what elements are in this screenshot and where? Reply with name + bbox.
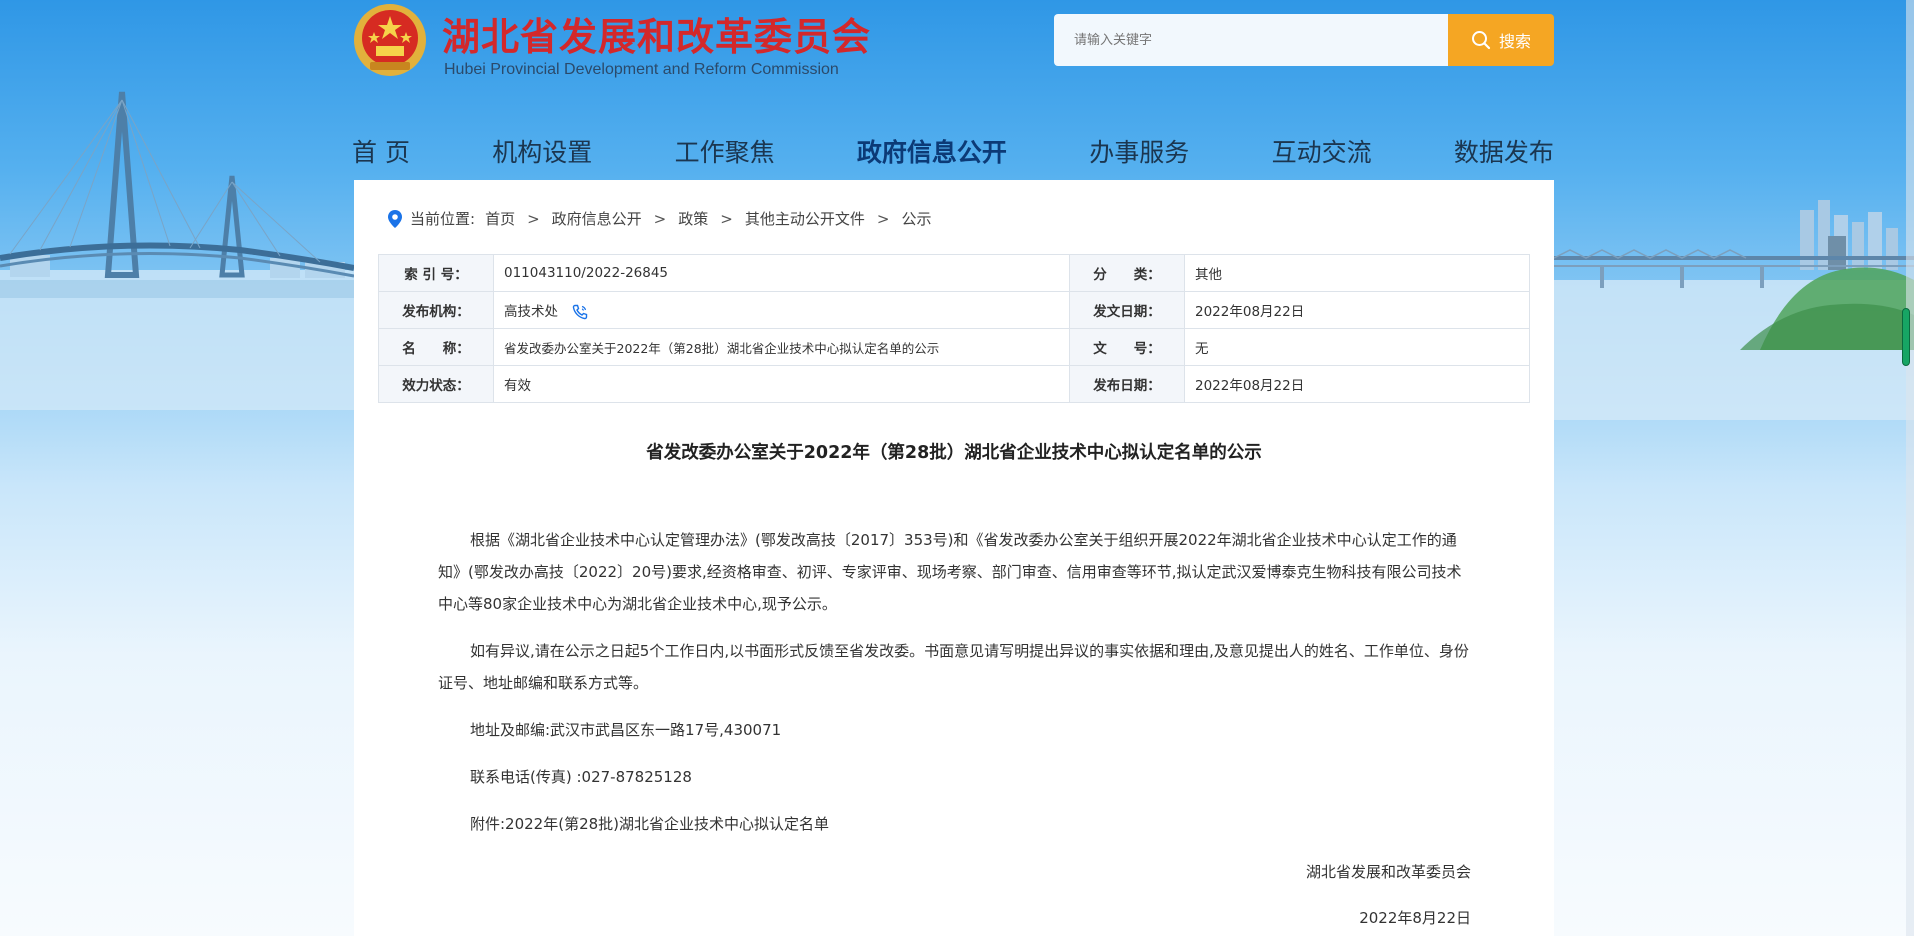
search-button-label: 搜索 [1498, 32, 1531, 51]
publish-date-value: 2022年08月22日 [1184, 365, 1530, 403]
index-label: 索 引 号： [378, 254, 494, 292]
paragraph: 地址及邮编:武汉市武昌区东一路17号,430071 [470, 721, 782, 739]
document-title: 省发改委办公室关于2022年（第28批）湖北省企业技术中心拟认定名单的公示 [646, 443, 1262, 463]
breadcrumb-policy[interactable]: 政策 [678, 208, 708, 229]
category-label: 分 类： [1069, 254, 1185, 292]
nav-organization[interactable]: 机构设置 [492, 133, 592, 169]
breadcrumb-separator: > [720, 209, 733, 228]
document-date: 2022年8月22日 [1359, 909, 1471, 927]
nav-government-info[interactable]: 政府信息公开 [857, 133, 1007, 169]
location-pin-icon [388, 209, 402, 228]
breadcrumb-government-info[interactable]: 政府信息公开 [552, 208, 642, 229]
publish-date-label: 发布日期： [1069, 365, 1185, 403]
signature: 湖北省发展和改革委员会 [1305, 863, 1471, 881]
index-value: 011043110/2022-26845 [493, 254, 1070, 292]
document-body: 根据《湖北省企业技术中心认定管理办法》(鄂发改高技〔2017〕353号)和《省发… [438, 524, 1472, 855]
name-label: 名 称： [378, 328, 494, 366]
issue-date-value: 2022年08月22日 [1184, 291, 1530, 329]
publisher-value: 高技术处 [504, 304, 558, 320]
paragraph: 如有异议,请在公示之日起5个工作日内,以书面形式反馈至省发改委。书面意见请写明提… [438, 642, 1469, 692]
nav-services[interactable]: 办事服务 [1089, 133, 1189, 169]
publisher-cell: 高技术处 [493, 291, 1070, 329]
nav-data-release[interactable]: 数据发布 [1454, 133, 1554, 169]
breadcrumb-label: 当前位置: [410, 210, 476, 228]
issue-date-label: 发文日期： [1069, 291, 1185, 329]
paragraph: 根据《湖北省企业技术中心认定管理办法》(鄂发改高技〔2017〕353号)和《省发… [438, 531, 1462, 613]
breadcrumb-other-docs[interactable]: 其他主动公开文件 [745, 208, 865, 229]
table-row: 索 引 号： 011043110/2022-26845 分 类： 其他 [378, 254, 1530, 292]
scrollbar-thumb[interactable] [1902, 308, 1910, 366]
search-button[interactable]: 搜索 [1448, 14, 1554, 66]
table-row: 名 称： 省发改委办公室关于2022年（第28批）湖北省企业技术中心拟认定名单的… [378, 328, 1530, 366]
paragraph: 联系电话(传真) :027-87825128 [470, 768, 692, 786]
attachment-link[interactable]: 附件:2022年(第28批)湖北省企业技术中心拟认定名单 [438, 808, 1472, 840]
national-emblem-icon [354, 4, 426, 76]
search-input[interactable] [1054, 14, 1454, 66]
doc-no-label: 文 号： [1069, 328, 1185, 366]
site-title[interactable]: 湖北省发展和改革委员会 [442, 6, 871, 61]
scrollbar-track[interactable] [1906, 0, 1914, 936]
breadcrumb-separator: > [876, 209, 890, 228]
doc-no-value: 无 [1184, 328, 1530, 366]
breadcrumb: 当前位置: 首页 > 政府信息公开 > 政策 > 其他主动公开文件 > 公示 [388, 208, 931, 229]
table-row: 发布机构： 高技术处 发文日期： 2022年08月22日 [378, 291, 1530, 329]
breadcrumb-separator: > [527, 209, 540, 228]
publisher-label: 发布机构： [378, 291, 494, 329]
nav-interaction[interactable]: 互动交流 [1272, 133, 1372, 169]
breadcrumb-home[interactable]: 首页 [485, 208, 515, 229]
status-label: 效力状态： [378, 365, 494, 403]
phone-icon[interactable] [572, 304, 588, 320]
main-nav: 首 页 机构设置 工作聚焦 政府信息公开 办事服务 互动交流 数据发布 [352, 128, 1554, 174]
search-icon [1471, 31, 1491, 50]
nav-work-focus[interactable]: 工作聚焦 [675, 133, 775, 169]
name-value: 省发改委办公室关于2022年（第28批）湖北省企业技术中心拟认定名单的公示 [493, 328, 1070, 366]
nav-home[interactable]: 首 页 [352, 133, 410, 169]
breadcrumb-notice[interactable]: 公示 [901, 208, 931, 229]
site-subtitle: Hubei Provincial Development and Reform … [444, 61, 839, 78]
category-value: 其他 [1184, 254, 1530, 292]
status-value: 有效 [493, 365, 1070, 403]
document-meta-table: 索 引 号： 011043110/2022-26845 分 类： 其他 发布机构… [378, 254, 1530, 403]
table-row: 效力状态： 有效 发布日期： 2022年08月22日 [378, 365, 1530, 403]
breadcrumb-separator: > [653, 209, 667, 228]
